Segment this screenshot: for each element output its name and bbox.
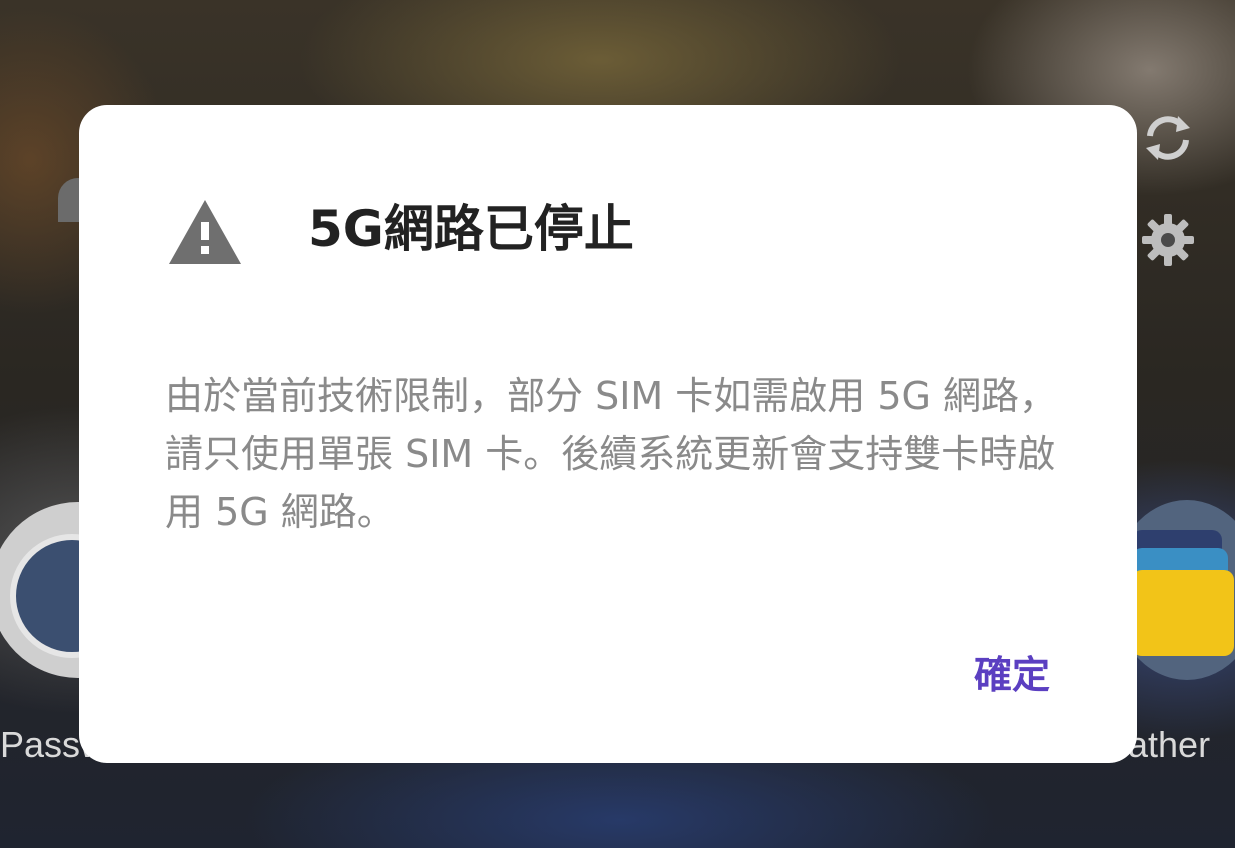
dialog-message: 由於當前技術限制，部分 SIM 卡如需啟用 5G 網路，請只使用單張 SIM 卡… (165, 374, 1058, 534)
sync-icon (1146, 116, 1190, 160)
gear-icon (1142, 214, 1194, 266)
weather-app-label: ather (1128, 724, 1211, 765)
dialog-title: 5G網路已停止 (308, 200, 634, 258)
confirm-button[interactable]: 確定 (957, 641, 1067, 701)
warning-icon (169, 200, 241, 264)
home-screen-background: Passw ather 5G網路已停止 由於當前技術限制，部分 SIM 卡如需啟… (0, 0, 1235, 848)
alert-dialog: 5G網路已停止 由於當前技術限制，部分 SIM 卡如需啟用 5G 網路，請只使用… (79, 105, 1137, 763)
